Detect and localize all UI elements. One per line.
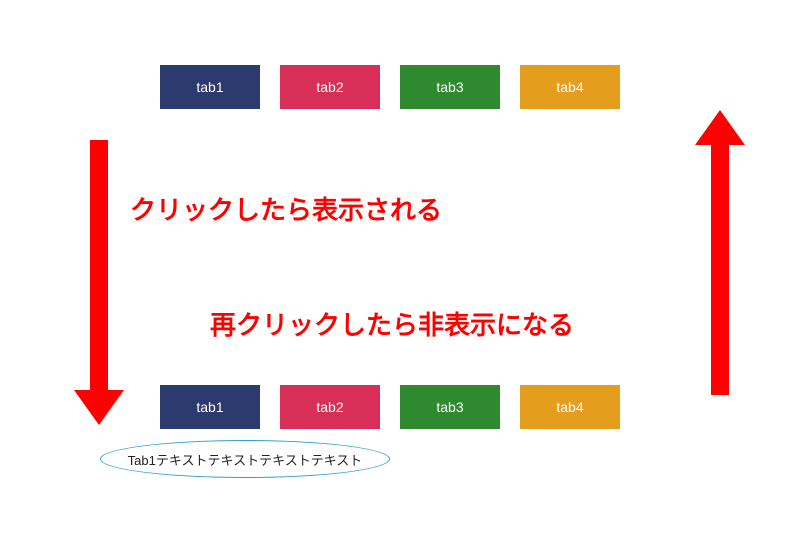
arrow-up-icon <box>711 110 745 395</box>
arrow-down-icon <box>90 140 124 425</box>
tab-top-2[interactable]: tab2 <box>280 65 380 109</box>
tab1-content-bubble: Tab1テキストテキストテキストテキスト <box>100 440 390 478</box>
annotation-show-on-click: クリックしたら表示される <box>130 190 442 227</box>
tab-bottom-4[interactable]: tab4 <box>520 385 620 429</box>
tab-bottom-2[interactable]: tab2 <box>280 385 380 429</box>
annotation-hide-on-reclick: 再クリックしたら非表示になる <box>210 305 574 342</box>
tab1-content-text: Tab1テキストテキストテキストテキスト <box>128 450 363 469</box>
tab-bottom-3[interactable]: tab3 <box>400 385 500 429</box>
tab-top-1[interactable]: tab1 <box>160 65 260 109</box>
tab-row-bottom: tab1 tab2 tab3 tab4 <box>160 385 620 429</box>
tab-bottom-1[interactable]: tab1 <box>160 385 260 429</box>
tab-top-4[interactable]: tab4 <box>520 65 620 109</box>
tab-top-3[interactable]: tab3 <box>400 65 500 109</box>
tab-row-top: tab1 tab2 tab3 tab4 <box>160 65 620 109</box>
